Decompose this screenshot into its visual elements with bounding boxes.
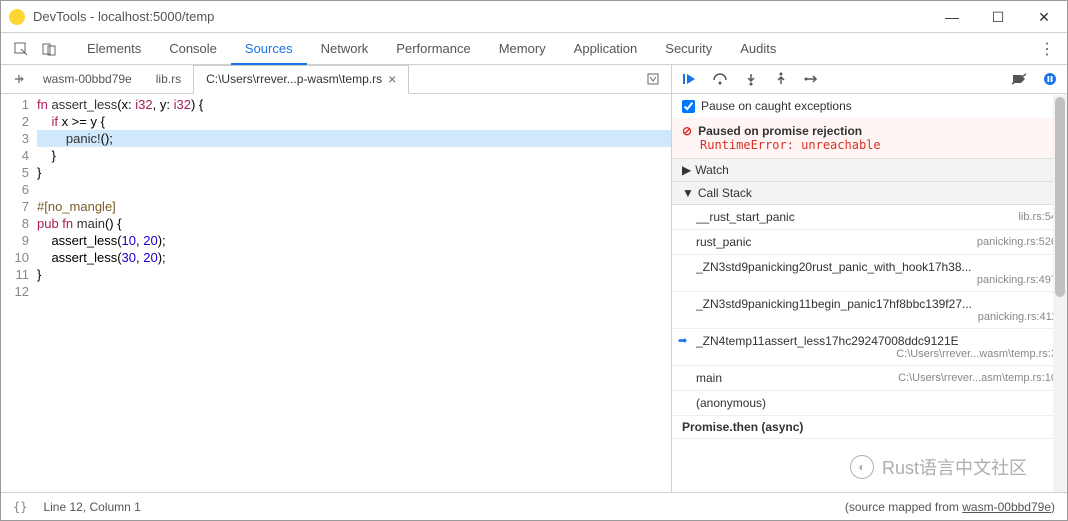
panel-tab-security[interactable]: Security: [651, 33, 726, 65]
code-line[interactable]: }: [37, 147, 671, 164]
async-stack-header: Promise.then (async): [672, 416, 1067, 439]
sources-editor-pane: wasm-00bbd79elib.rsC:\Users\rrever...p-w…: [1, 65, 672, 492]
code-line[interactable]: }: [37, 164, 671, 181]
stack-frame[interactable]: rust_panicpanicking.rs:526: [672, 230, 1067, 255]
close-button[interactable]: ✕: [1021, 1, 1067, 33]
code-line[interactable]: pub fn main() {: [37, 215, 671, 232]
deactivate-breakpoints-button[interactable]: [1011, 72, 1027, 86]
paused-message: RuntimeError: unreachable: [682, 138, 1057, 152]
pause-on-caught-label: Pause on caught exceptions: [701, 99, 852, 113]
file-tab[interactable]: C:\Users\rrever...p-wasm\temp.rs×: [193, 65, 409, 94]
stack-frame[interactable]: (anonymous): [672, 391, 1067, 416]
device-toolbar-icon[interactable]: [37, 37, 61, 61]
code-line[interactable]: [37, 283, 671, 300]
step-button[interactable]: [804, 72, 818, 86]
maximize-button[interactable]: ☐: [975, 1, 1021, 33]
code-line[interactable]: panic!();: [37, 130, 671, 147]
window-title: DevTools - localhost:5000/temp: [33, 9, 929, 24]
inspect-element-icon[interactable]: [9, 37, 33, 61]
stack-frame[interactable]: _ZN3std9panicking20rust_panic_with_hook1…: [672, 255, 1067, 292]
resume-button[interactable]: [682, 72, 696, 86]
panel-tab-sources[interactable]: Sources: [231, 33, 307, 65]
panel-tabs: ElementsConsoleSourcesNetworkPerformance…: [1, 33, 1067, 65]
source-map-link[interactable]: wasm-00bbd79e: [962, 500, 1051, 514]
watch-section[interactable]: ▶ Watch: [672, 159, 1067, 182]
panel-tab-elements[interactable]: Elements: [73, 33, 155, 65]
close-tab-icon[interactable]: ×: [388, 65, 396, 94]
more-menu-icon[interactable]: ⋮: [1035, 39, 1059, 59]
panel-tab-network[interactable]: Network: [307, 33, 383, 65]
scrollbar[interactable]: [1053, 95, 1067, 492]
code-line[interactable]: }: [37, 266, 671, 283]
navigator-toggle-icon[interactable]: [7, 67, 31, 91]
pause-on-caught-checkbox[interactable]: [682, 100, 695, 113]
panel-tab-console[interactable]: Console: [155, 33, 231, 65]
step-over-button[interactable]: [712, 72, 728, 86]
pause-exceptions-button[interactable]: [1043, 72, 1057, 86]
tab-overflow-icon[interactable]: [641, 67, 665, 91]
source-mapped-info: (source mapped from wasm-00bbd79e): [845, 500, 1055, 514]
code-line[interactable]: if x >= y {: [37, 113, 671, 130]
line-gutter: 123456789101112: [1, 94, 37, 492]
step-into-button[interactable]: [744, 72, 758, 86]
stack-frame[interactable]: _ZN4temp11assert_less17hc29247008ddc9121…: [672, 329, 1067, 366]
code-line[interactable]: [37, 181, 671, 198]
paused-banner: ⊘Paused on promise rejection RuntimeErro…: [672, 118, 1067, 159]
panel-tab-memory[interactable]: Memory: [485, 33, 560, 65]
debugger-pane: Pause on caught exceptions ⊘Paused on pr…: [672, 65, 1067, 492]
cursor-position: Line 12, Column 1: [43, 500, 140, 514]
file-tab[interactable]: lib.rs: [144, 65, 193, 94]
code-line[interactable]: assert_less(30, 20);: [37, 249, 671, 266]
app-icon: [9, 9, 25, 25]
stack-frame[interactable]: __rust_start_paniclib.rs:54: [672, 205, 1067, 230]
stack-frame[interactable]: mainC:\Users\rrever...asm\temp.rs:10: [672, 366, 1067, 391]
panel-tab-audits[interactable]: Audits: [726, 33, 790, 65]
code-line[interactable]: #[no_mangle]: [37, 198, 671, 215]
file-tab[interactable]: wasm-00bbd79e: [31, 65, 144, 94]
status-bar: {} Line 12, Column 1 (source mapped from…: [1, 492, 1067, 520]
stack-frame[interactable]: _ZN3std9panicking11begin_panic17hf8bbc13…: [672, 292, 1067, 329]
panel-tab-application[interactable]: Application: [560, 33, 652, 65]
pretty-print-icon[interactable]: {}: [13, 500, 27, 514]
code-line[interactable]: fn assert_less(x: i32, y: i32) {: [37, 96, 671, 113]
window-titlebar: DevTools - localhost:5000/temp — ☐ ✕: [1, 1, 1067, 33]
code-area[interactable]: fn assert_less(x: i32, y: i32) { if x >=…: [37, 94, 671, 492]
callstack-section[interactable]: ▼ Call Stack: [672, 182, 1067, 205]
minimize-button[interactable]: —: [929, 1, 975, 33]
paused-title: Paused on promise rejection: [698, 124, 862, 138]
pause-on-caught-row[interactable]: Pause on caught exceptions: [672, 94, 1067, 118]
step-out-button[interactable]: [774, 72, 788, 86]
panel-tab-performance[interactable]: Performance: [382, 33, 484, 65]
code-line[interactable]: assert_less(10, 20);: [37, 232, 671, 249]
